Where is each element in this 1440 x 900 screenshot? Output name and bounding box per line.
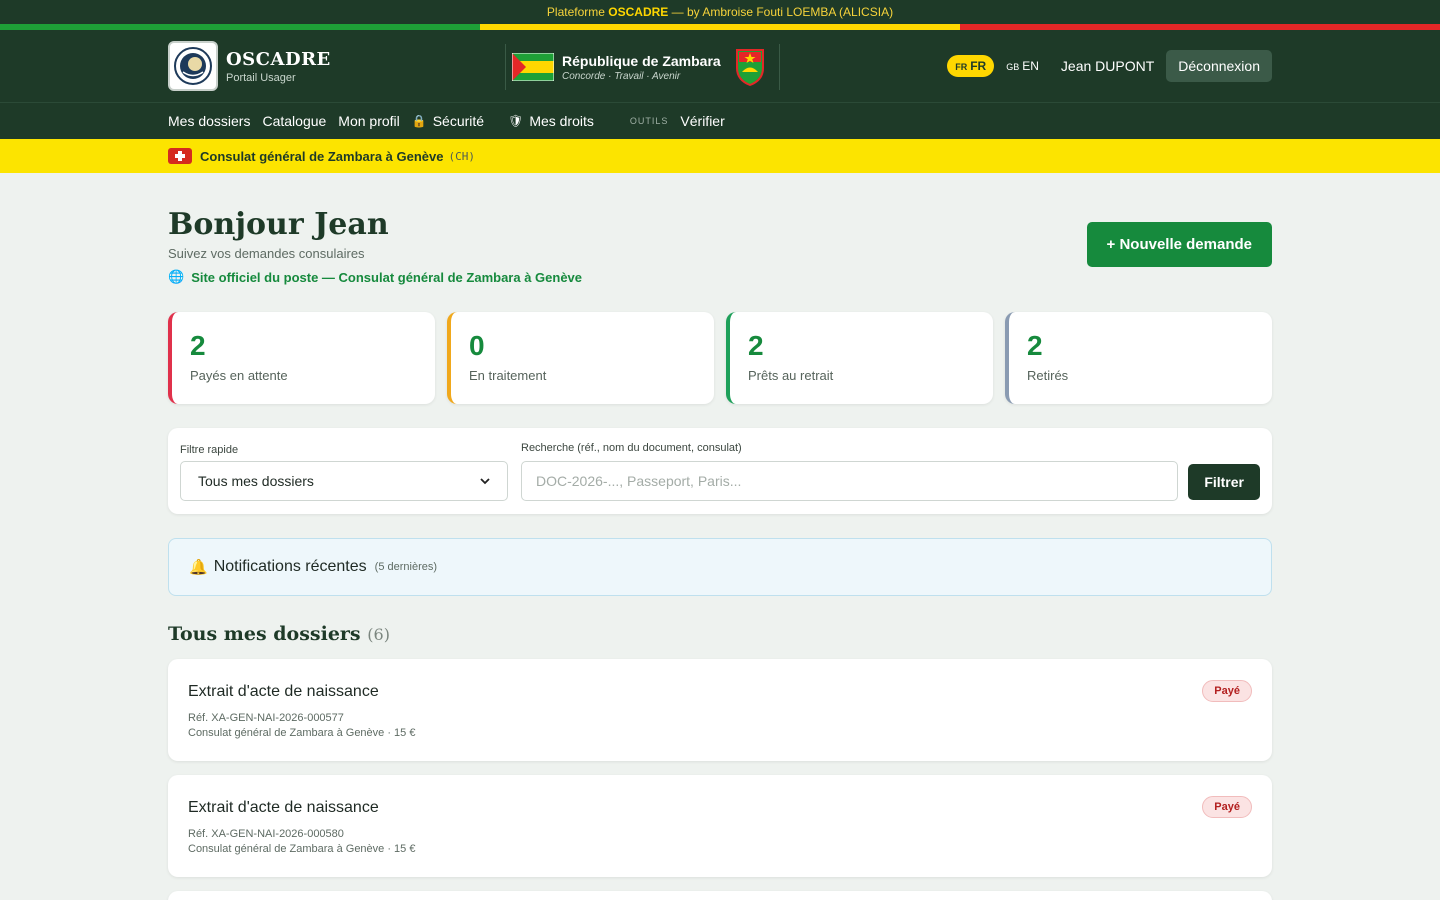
lang-fr-button[interactable]: FR FR [947, 55, 995, 77]
lock-icon: 🔒 [411, 114, 427, 128]
stat-card-processing[interactable]: 0 En traitement [447, 312, 714, 404]
stat-card-paid-pending[interactable]: 2 Payés en attente [168, 312, 435, 404]
dossier-meta: Consulat général de Zambara à Genève · 1… [188, 843, 416, 855]
banner-brand: OSCADRE [608, 5, 669, 19]
stat-label: Prêts au retrait [748, 368, 834, 383]
header-actions: FR FR GB EN Jean DUPONT Déconnexion [947, 50, 1272, 82]
republic-name: République de Zambara [562, 52, 721, 69]
bell-icon: 🔔 [189, 559, 208, 576]
dossier-title: Extrait d'acte de naissance [188, 799, 379, 816]
nav-tools-label: OUTILS [629, 116, 669, 126]
dossier-card[interactable]: Extrait d'acte de naissance Réf. XA-GEN-… [168, 775, 1272, 877]
coat-of-arms-icon [735, 49, 764, 86]
search-input[interactable]: DOC-2026-..., Passeport, Paris... [521, 461, 1178, 501]
stat-label: Payés en attente [190, 368, 288, 383]
dossiers-section-title: Tous mes dossiers (6) [168, 623, 1272, 645]
user-name[interactable]: Jean DUPONT [1061, 58, 1154, 74]
quick-filter-label: Filtre rapide [180, 444, 239, 456]
search-label: Recherche (réf., nom du document, consul… [521, 442, 742, 454]
national-flag-icon [512, 53, 554, 81]
dossiers-title: Tous mes dossiers [168, 623, 361, 645]
notifications-count: (5 dernières) [374, 561, 438, 573]
stat-value: 0 [469, 330, 485, 361]
official-site-link[interactable]: 🌐 Site officiel du poste — Consulat génér… [168, 269, 1272, 285]
main-nav: Mes dossiers Catalogue Mon profil 🔒 Sécur… [0, 102, 1440, 139]
dossier-card[interactable]: Extrait d'acte de naissance Réf. XA-GEN-… [168, 659, 1272, 761]
emblem-seal-icon[interactable] [168, 41, 218, 91]
status-badge: Payé [1202, 680, 1252, 702]
shield-icon: 🛡 [508, 114, 524, 128]
republic-block: République de Zambara Concorde · Travail… [505, 44, 780, 90]
stat-value: 2 [748, 330, 764, 361]
dossier-ref: Réf. XA-GEN-NAI-2026-000577 [188, 712, 344, 724]
brand: OSCADRE Portail Usager [226, 49, 331, 84]
stat-value: 2 [190, 330, 206, 361]
dossier-ref: Réf. XA-GEN-NAI-2026-000580 [188, 828, 344, 840]
nav-catalogue[interactable]: Catalogue [262, 113, 326, 129]
dossier-meta: Consulat général de Zambara à Genève · 1… [188, 727, 416, 739]
platform-banner: Plateforme OSCADRE — by Ambroise Fouti L… [0, 0, 1440, 24]
banner-prefix: Plateforme [546, 5, 605, 19]
nav-securite[interactable]: 🔒 Sécurité [412, 113, 496, 129]
stat-card-withdrawn[interactable]: 2 Retirés [1005, 312, 1272, 404]
stats-row: 2 Payés en attente 0 En traitement 2 Prê… [168, 312, 1272, 404]
swiss-flag-icon [168, 148, 192, 164]
header: OSCADRE Portail Usager République de Zam… [0, 30, 1440, 102]
filter-button[interactable]: Filtrer [1188, 464, 1260, 500]
lang-fr-label: FR [970, 59, 987, 73]
stat-label: En traitement [469, 368, 547, 383]
notifications-title: Notifications récentes [213, 558, 367, 575]
nav-securite-label: Sécurité [432, 113, 485, 129]
dossier-title: Extrait d'acte de naissance [188, 683, 379, 700]
globe-icon: 🌐 [168, 269, 185, 284]
brand-subtitle: Portail Usager [226, 71, 296, 84]
lang-en-button[interactable]: GB EN [1006, 59, 1039, 73]
nav-mes-droits-label: Mes droits [529, 113, 594, 129]
quick-filter-value: Tous mes dossiers [198, 473, 314, 489]
republic-motto: Concorde · Travail · Avenir [562, 70, 681, 82]
main-content: Bonjour Jean Suivez vos demandes consula… [168, 173, 1272, 900]
brand-title: OSCADRE [226, 48, 331, 70]
nav-mes-droits[interactable]: 🛡 Mes droits [508, 113, 606, 129]
new-request-button[interactable]: + Nouvelle demande [1086, 222, 1272, 267]
fr-flag-code: FR [955, 62, 968, 72]
stat-label: Retirés [1027, 368, 1069, 383]
notifications-panel[interactable]: 🔔 Notifications récentes (5 dernières) [168, 538, 1272, 596]
dossiers-count: (6) [367, 625, 390, 644]
gb-flag-code: GB [1006, 62, 1020, 72]
nav-verifier[interactable]: Vérifier [680, 113, 724, 129]
status-badge: Payé [1202, 796, 1252, 818]
banner-suffix: — by Ambroise Fouti LOEMBA (ALICSIA) [671, 5, 894, 19]
official-site-label: Site officiel du poste — Consulat généra… [191, 269, 583, 285]
chevron-down-icon [480, 477, 490, 484]
consulat-code: (CH) [448, 149, 475, 163]
lang-en-label: EN [1022, 59, 1039, 73]
logout-button[interactable]: Déconnexion [1166, 50, 1272, 82]
consulat-name: Consulat général de Zambara à Genève [200, 148, 444, 164]
nav-mon-profil[interactable]: Mon profil [338, 113, 399, 129]
filter-card: Filtre rapide Recherche (réf., nom du do… [168, 428, 1272, 514]
stat-card-ready[interactable]: 2 Prêts au retrait [726, 312, 993, 404]
stat-value: 2 [1027, 330, 1043, 361]
quick-filter-select[interactable]: Tous mes dossiers [180, 461, 508, 501]
nav-mes-dossiers[interactable]: Mes dossiers [168, 113, 250, 129]
consulat-bar: Consulat général de Zambara à Genève (CH… [0, 139, 1440, 173]
dossier-card-partial[interactable] [168, 891, 1272, 900]
